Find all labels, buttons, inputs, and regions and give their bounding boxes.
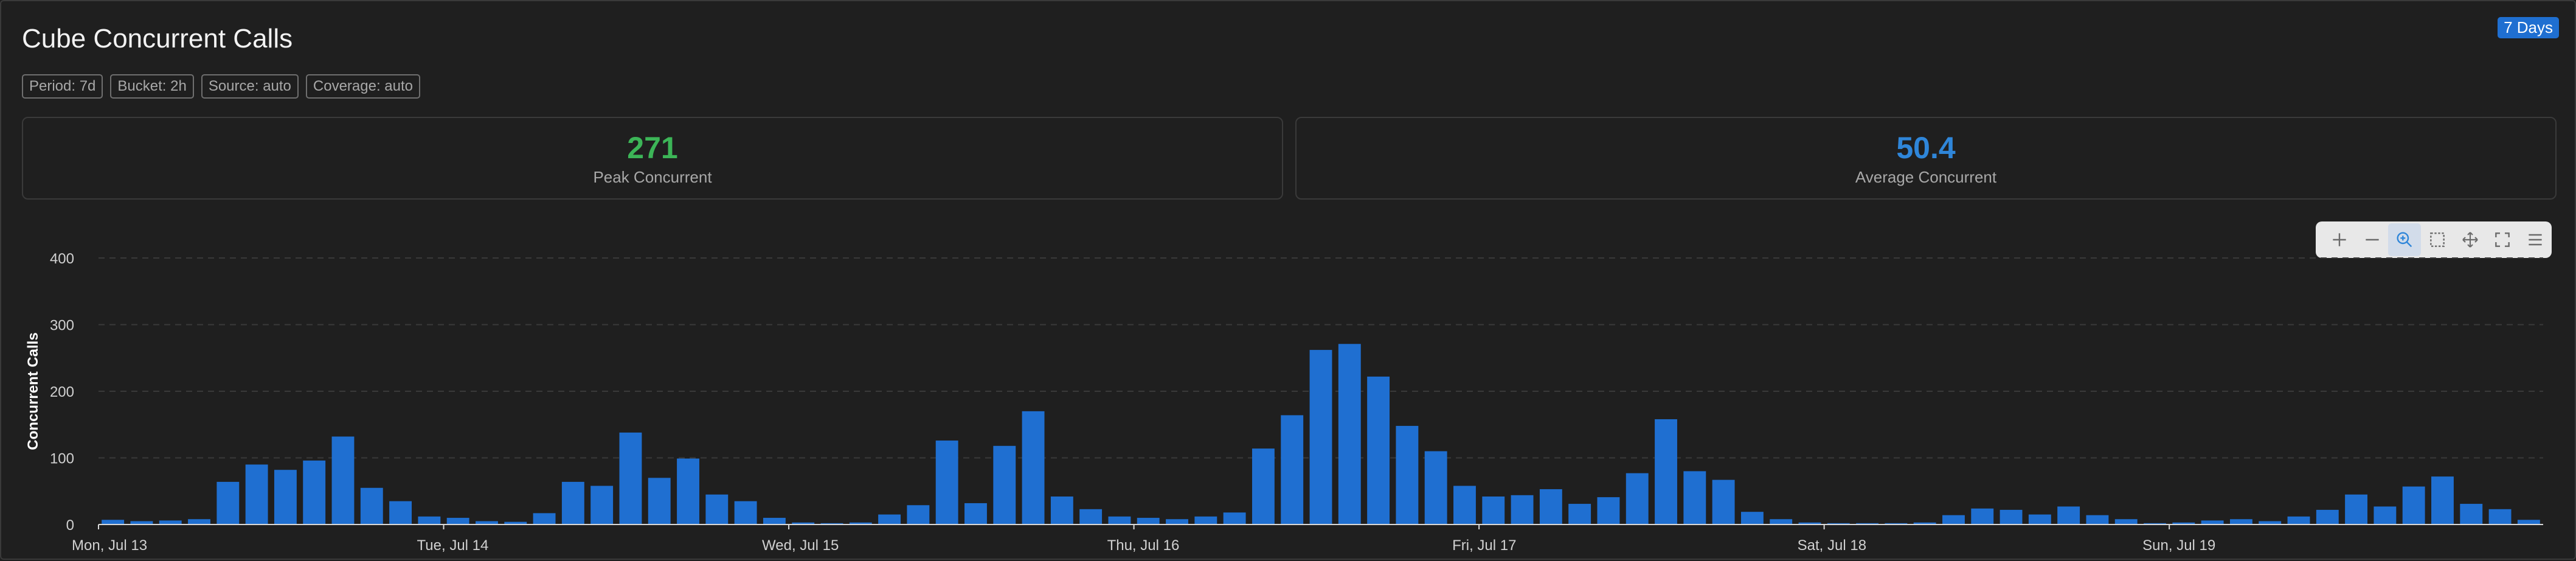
bar [2488, 509, 2512, 524]
bar [446, 518, 469, 524]
source-chip: Source: auto [201, 74, 299, 99]
bar [533, 513, 556, 524]
bar [1971, 508, 1994, 524]
bar [878, 514, 901, 524]
bar [964, 503, 987, 524]
bar [1309, 350, 1332, 524]
concurrent-calls-chart: 0 100 200 300 400 Concurrent Calls Mon, Jul 13… [25, 251, 2543, 554]
bar [2287, 516, 2310, 524]
x-tick-label: Fri, Jul 17 [1452, 537, 1516, 554]
bar [1166, 519, 1188, 524]
bar [2373, 506, 2397, 524]
bar [1108, 516, 1131, 524]
peak-concurrent-label: Peak Concurrent [593, 168, 712, 186]
bar [1655, 419, 1677, 524]
bar [1281, 415, 1304, 524]
average-concurrent-value: 50.4 [1896, 131, 1956, 165]
range-badge[interactable]: 7 Days [2498, 17, 2559, 39]
bar [1079, 509, 1103, 524]
bar [1597, 497, 1620, 524]
bar [935, 441, 958, 524]
y-tick-label: 200 [50, 384, 74, 400]
filter-chips: Period: 7d Bucket: 2h Source: auto Cover… [22, 74, 421, 99]
bar [2316, 509, 2339, 524]
bar [1482, 497, 1505, 524]
bucket-chip: Bucket: 2h [110, 74, 194, 99]
y-tick-label: 0 [66, 517, 74, 534]
bar [274, 470, 297, 524]
bar [705, 494, 729, 524]
bar [1770, 519, 1793, 524]
bar [2028, 514, 2051, 524]
bar [418, 516, 441, 524]
bar [1367, 376, 1390, 524]
page-title: Cube Concurrent Calls [22, 24, 293, 54]
bar [1740, 512, 1764, 524]
average-concurrent-label: Average Concurrent [1855, 168, 1997, 186]
bar [1539, 489, 1562, 524]
bar [331, 436, 355, 524]
bar [1194, 516, 1217, 524]
y-tick-label: 300 [50, 318, 74, 334]
bar [993, 445, 1016, 524]
x-tick-label: Tue, Jul 14 [417, 537, 489, 554]
bar [102, 520, 125, 524]
bar [1683, 471, 1706, 524]
bar [2402, 486, 2425, 524]
y-axis-title: Concurrent Calls [25, 332, 41, 450]
x-tick-label: Mon, Jul 13 [72, 537, 147, 554]
bar [1424, 451, 1447, 524]
bar [2431, 476, 2454, 524]
bar [590, 486, 614, 524]
bar [245, 464, 268, 524]
x-tick-label: Sat, Jul 18 [1798, 537, 1866, 554]
bar [677, 458, 699, 524]
coverage-chip: Coverage: auto [305, 74, 421, 99]
bar [1453, 486, 1476, 524]
bar [1137, 518, 1160, 524]
bar [1511, 495, 1534, 524]
bar [2345, 494, 2368, 524]
bar [1252, 448, 1275, 524]
y-tick-label: 400 [50, 251, 74, 267]
bar [1050, 497, 1073, 524]
average-stat-card: 50.4 Average Concurrent [1295, 117, 2557, 200]
x-tick-label: Thu, Jul 16 [1107, 537, 1180, 554]
bar [619, 432, 642, 524]
bar [734, 501, 757, 524]
bar [360, 487, 383, 524]
bar [2057, 506, 2080, 524]
bar [2114, 519, 2138, 524]
x-tick-label: Sun, Jul 19 [2142, 537, 2215, 554]
chart-panel: Cube Concurrent Calls 7 Days Period: 7d … [0, 0, 2576, 560]
bar [2517, 520, 2540, 524]
bar [389, 501, 412, 524]
bar [1568, 504, 1591, 524]
bar [561, 481, 584, 524]
bar [648, 478, 671, 524]
bar [2086, 515, 2109, 524]
bar [1338, 344, 1361, 524]
y-tick-label: 100 [50, 451, 74, 467]
bar [2000, 509, 2023, 524]
x-tick-label: Wed, Jul 15 [762, 537, 839, 554]
bar [907, 505, 930, 524]
bar [1712, 479, 1735, 524]
bar [763, 518, 786, 524]
bar [1396, 425, 1419, 524]
bar [1626, 473, 1649, 524]
bar [303, 460, 326, 524]
bar [2229, 519, 2252, 524]
peak-stat-card: 271 Peak Concurrent [22, 117, 1283, 200]
bar [1223, 512, 1246, 524]
period-chip: Period: 7d [22, 74, 103, 99]
bar [1942, 515, 1965, 524]
peak-concurrent-value: 271 [627, 131, 678, 165]
bar [1022, 411, 1045, 524]
bar [216, 481, 240, 524]
bar [2460, 504, 2483, 524]
bar [188, 519, 210, 524]
